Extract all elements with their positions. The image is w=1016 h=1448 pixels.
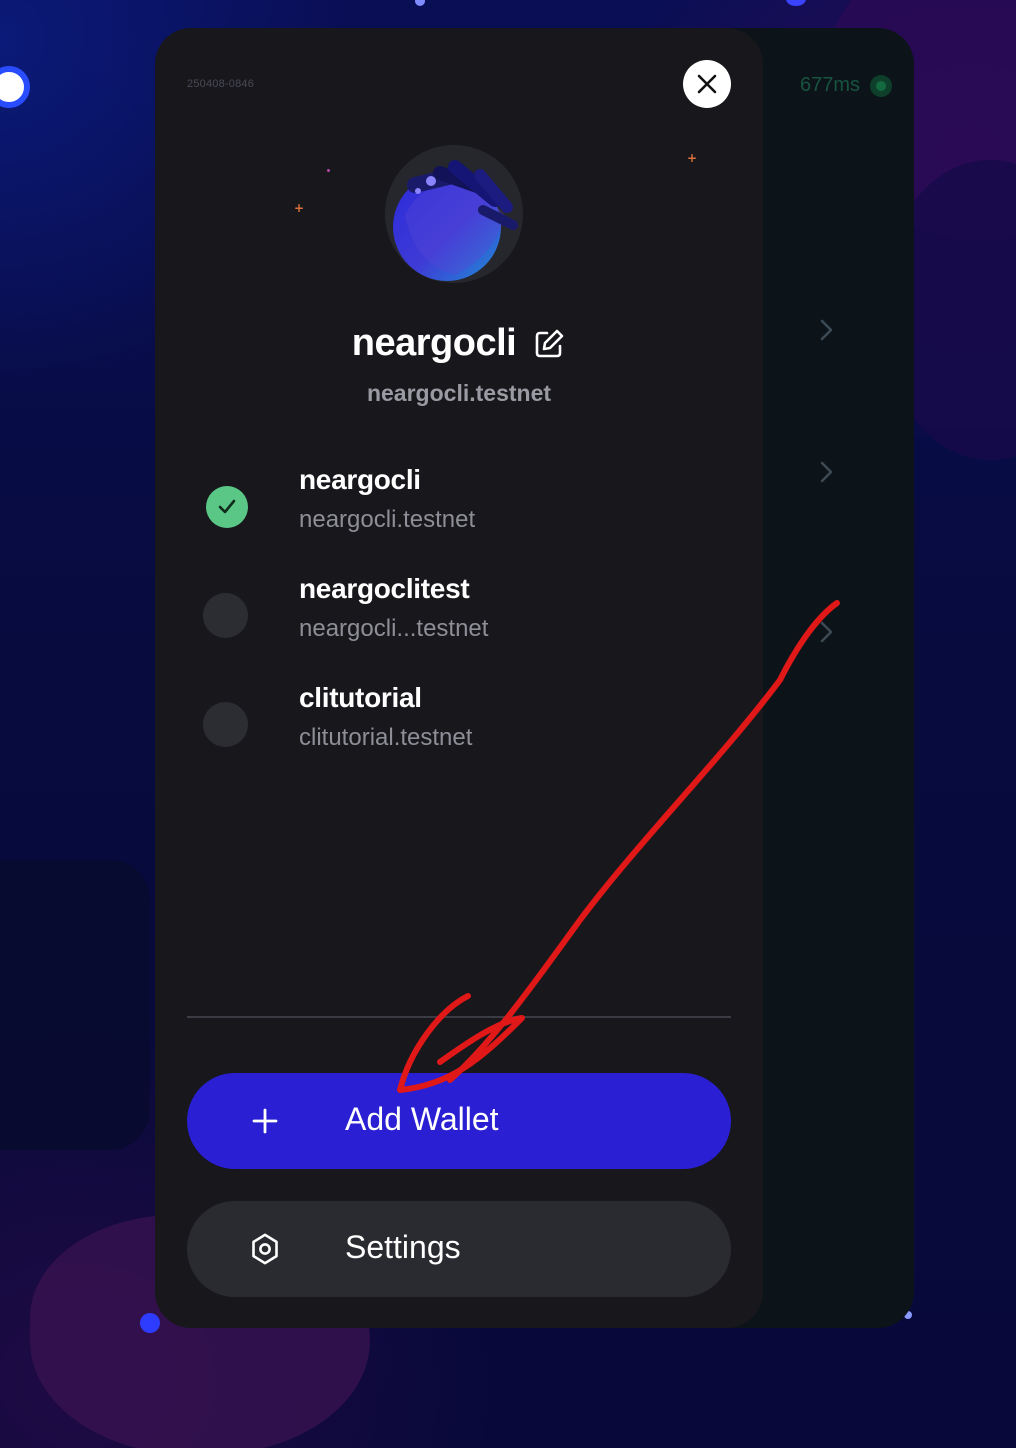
- build-id: 250408-0846: [187, 78, 255, 90]
- decorative-dot: [786, 0, 806, 6]
- chevron-right-icon[interactable]: [814, 460, 838, 484]
- plus-icon: [247, 1103, 283, 1139]
- account-item[interactable]: clitutorial clitutorial.testnet: [201, 682, 721, 768]
- profile-account-id: neargocli.testnet: [366, 380, 552, 406]
- chevron-right-icon[interactable]: [814, 318, 838, 342]
- close-icon: [697, 74, 717, 94]
- selected-radio[interactable]: [206, 486, 248, 528]
- decorative-dot: [415, 0, 425, 6]
- add-wallet-label: Add Wallet: [345, 1101, 499, 1137]
- connection-status-icon: [870, 74, 893, 97]
- close-button[interactable]: [683, 60, 731, 108]
- sparkle-icon: +: [687, 151, 698, 165]
- chevron-right-icon[interactable]: [814, 620, 838, 644]
- avatar: [385, 145, 523, 283]
- check-icon: [218, 499, 236, 514]
- settings-button[interactable]: Settings: [187, 1201, 731, 1297]
- profile-name: neargocli: [351, 322, 517, 364]
- account-name: clitutorial: [299, 682, 422, 713]
- account-item[interactable]: neargoclitest neargocli...testnet: [201, 573, 721, 659]
- gear-icon: [247, 1231, 283, 1267]
- profile-header: neargocli: [155, 322, 763, 365]
- add-wallet-button[interactable]: Add Wallet: [187, 1073, 731, 1169]
- decorative-dot: [0, 66, 30, 108]
- account-id: clitutorial.testnet: [299, 724, 473, 751]
- background-panel: [0, 860, 150, 1150]
- decorative-dot: [140, 1313, 160, 1333]
- edit-profile-button[interactable]: [532, 327, 566, 361]
- account-name: neargocli: [299, 464, 421, 495]
- account-id: neargocli...testnet: [299, 615, 489, 642]
- latency-value: 677ms: [800, 74, 861, 96]
- sparkle-icon: +: [294, 201, 305, 215]
- edit-icon: [535, 329, 564, 357]
- account-switcher-sheet: 250408-0846 + + neargocli neargocli.test…: [155, 28, 763, 1328]
- latency-indicator: 677ms: [800, 74, 893, 97]
- settings-label: Settings: [345, 1229, 461, 1265]
- account-item[interactable]: neargocli neargocli.testnet: [201, 464, 721, 550]
- unselected-radio[interactable]: [203, 593, 248, 638]
- divider: [187, 1016, 731, 1018]
- avatar-image: [385, 145, 523, 283]
- sparkle-icon: [327, 169, 330, 172]
- account-id: neargocli.testnet: [299, 506, 476, 533]
- unselected-radio[interactable]: [203, 702, 248, 747]
- account-name: neargoclitest: [299, 573, 470, 604]
